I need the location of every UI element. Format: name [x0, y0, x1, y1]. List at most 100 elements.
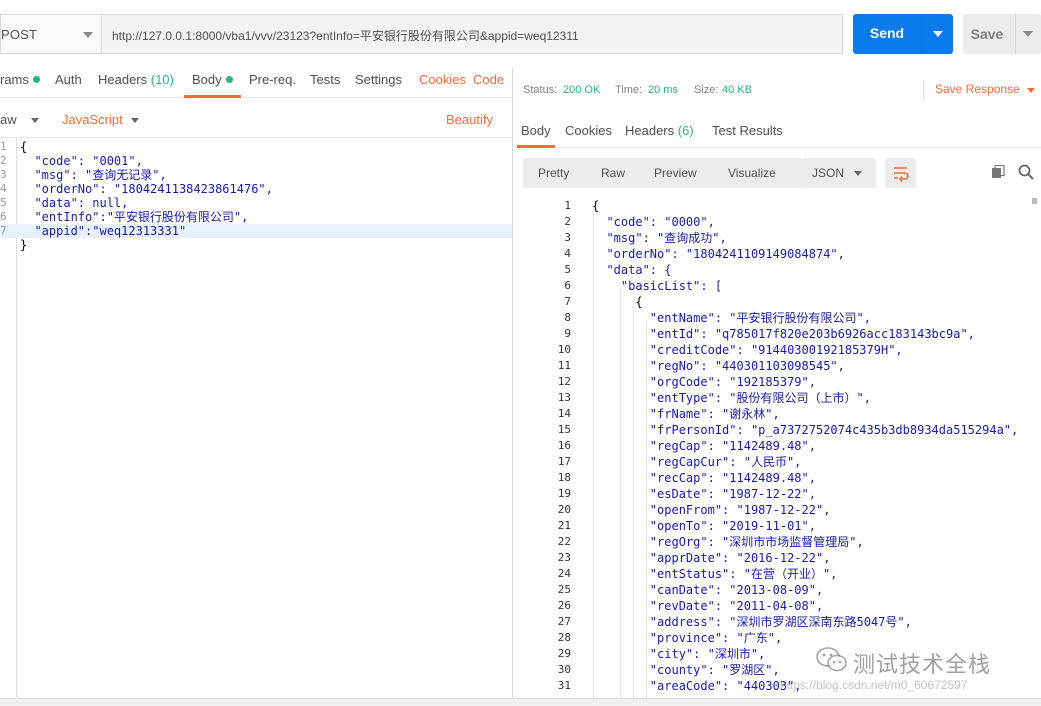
code-text: "province": "广东", — [592, 631, 783, 645]
response-panel: Status: 200 OK Time: 20 ms Size: 40 KB S… — [513, 68, 1041, 698]
line-number: 19 — [557, 487, 571, 500]
code-text: "apprDate": "2016-12-22", — [592, 551, 831, 565]
code-text: "appid":"weq12313331" — [20, 224, 187, 238]
code-line: 24 "entStatus": "在营（开业）", — [513, 566, 1041, 582]
watermark-text: 测试技术全栈 — [853, 652, 992, 677]
response-body-viewer[interactable]: 1{2 "code": "0000", 3 "msg": "查询成功", 4 "or… — [513, 198, 1041, 698]
tab-auth[interactable]: Auth — [55, 72, 82, 87]
scrollbar[interactable] — [1032, 198, 1037, 204]
view-raw-button[interactable]: Raw — [601, 166, 625, 180]
tab-response-cookies[interactable]: Cookies — [565, 123, 612, 138]
code-line: 6 "entInfo":"平安银行股份有限公司", — [0, 210, 512, 224]
code-line: 12 "orgCode": "192185379", — [513, 374, 1041, 390]
tab-response-body[interactable]: Body — [521, 123, 551, 138]
size-label: Size: — [694, 84, 719, 96]
line-number: 30 — [557, 663, 571, 676]
code-line: 3 "msg": "查询成功", — [513, 230, 1041, 246]
tab-tests[interactable]: Tests — [310, 72, 340, 87]
wrap-lines-button[interactable] — [885, 158, 916, 188]
chevron-down-icon[interactable] — [131, 118, 139, 123]
tab-params[interactable]: rams — [0, 72, 40, 87]
code-text: "frName": "谢永林", — [592, 407, 780, 421]
line-number: 24 — [557, 567, 571, 580]
code-text: "esDate": "1987-12-22", — [592, 487, 816, 501]
save-options-chevron-icon[interactable] — [1023, 31, 1033, 37]
tab-label: rams — [0, 72, 29, 87]
line-number: 15 — [557, 423, 571, 436]
save-button[interactable]: Save — [963, 14, 1041, 54]
code-text: "regCapCur": "人民币", — [592, 455, 802, 469]
line-number: 16 — [557, 439, 571, 452]
tab-label: Settings — [355, 72, 402, 87]
send-options-chevron-icon[interactable] — [933, 31, 943, 37]
code-text: "basicList": [ — [592, 279, 723, 293]
tab-pre-request[interactable]: Pre-req. — [249, 72, 296, 87]
copy-icon[interactable] — [991, 165, 1005, 179]
line-number: 17 — [557, 455, 571, 468]
line-number: 23 — [557, 551, 571, 564]
format-select[interactable]: JSON — [802, 158, 876, 188]
line-number: 25 — [557, 583, 571, 596]
line-number: 20 — [557, 503, 571, 516]
code-text: "orderNo": "1804241109149084874", — [592, 247, 845, 261]
code-text: } — [20, 238, 28, 252]
beautify-button[interactable]: Beautify — [446, 112, 493, 127]
line-number: 31 — [557, 679, 571, 692]
code-link[interactable]: Code — [473, 72, 504, 87]
request-body-editor[interactable]: 1{ 2 "code": "0001", 3 "msg": "查询无记录", 4… — [0, 138, 512, 698]
search-icon[interactable] — [1018, 164, 1034, 180]
code-line: 7 { — [513, 294, 1041, 310]
code-text: "creditCode": "91440300192185379H", — [592, 343, 903, 357]
tab-headers[interactable]: Headers (10) — [98, 72, 174, 87]
code-text: "openFrom": "1987-12-22", — [592, 503, 831, 517]
cookies-link[interactable]: Cookies — [419, 72, 466, 87]
code-line: 5 "data": { — [513, 262, 1041, 278]
line-number: 13 — [557, 391, 571, 404]
code-line: 20 "openFrom": "1987-12-22", — [513, 502, 1041, 518]
line-number: 8 — [564, 311, 571, 324]
view-pretty-button[interactable]: Pretty — [538, 166, 569, 180]
code-line: 18 "recCap": "1142489.48", — [513, 470, 1041, 486]
view-visualize-button[interactable]: Visualize — [728, 166, 776, 180]
code-text: "canDate": "2013-08-09", — [592, 583, 824, 597]
request-panel: rams Auth Headers (10) Body Pre-req. Tes… — [0, 68, 512, 698]
tab-body[interactable]: Body — [192, 72, 233, 87]
method-select[interactable]: POST — [0, 14, 101, 54]
language-select[interactable]: JavaScript — [62, 112, 123, 127]
tab-settings[interactable]: Settings — [355, 72, 402, 87]
tab-label: Headers — [625, 123, 678, 138]
body-mode-select[interactable]: aw — [0, 112, 17, 127]
view-preview-button[interactable]: Preview — [654, 166, 697, 180]
code-text: "data": { — [592, 263, 672, 277]
url-input[interactable]: http://127.0.0.1:8000/vba1/vvv/23123?ent… — [101, 14, 843, 54]
tab-response-headers[interactable]: Headers (6) — [625, 123, 694, 138]
time-value[interactable]: 20 ms — [648, 84, 678, 96]
code-line: 2 "code": "0001", — [0, 154, 512, 168]
status-value[interactable]: 200 OK — [563, 84, 600, 96]
code-line: 4 "orderNo": "1804241138423861476", — [0, 182, 512, 196]
send-button[interactable]: Send — [853, 14, 953, 54]
code-line: 6 "basicList": [ — [513, 278, 1041, 294]
save-response-button[interactable]: Save Response — [923, 81, 1041, 99]
code-line: 1{ — [513, 198, 1041, 214]
wechat-icon — [816, 647, 847, 672]
code-text: "openTo": "2019-11-01", — [592, 519, 816, 533]
line-number: 18 — [557, 471, 571, 484]
size-value[interactable]: 40 KB — [722, 84, 752, 96]
tab-label: Pre-req. — [249, 72, 296, 87]
line-number: 1 — [0, 140, 7, 153]
chevron-down-icon[interactable] — [31, 118, 39, 123]
save-divider — [1015, 14, 1016, 54]
code-text: "regNo": "440301103098545", — [592, 359, 845, 373]
code-text: "msg": "查询无记录", — [20, 168, 167, 182]
code-text: "regCap": "1142489.48", — [592, 439, 816, 453]
line-number: 9 — [564, 327, 571, 340]
status-bar — [0, 698, 1041, 706]
save-label: Save — [970, 26, 1004, 42]
tab-test-results[interactable]: Test Results — [712, 123, 783, 138]
code-text: "orderNo": "1804241138423861476", — [20, 182, 273, 196]
code-text: "msg": "查询成功", — [592, 231, 727, 245]
line-number: 4 — [0, 182, 7, 195]
line-number: 4 — [564, 247, 571, 260]
line-number: 11 — [557, 359, 571, 372]
